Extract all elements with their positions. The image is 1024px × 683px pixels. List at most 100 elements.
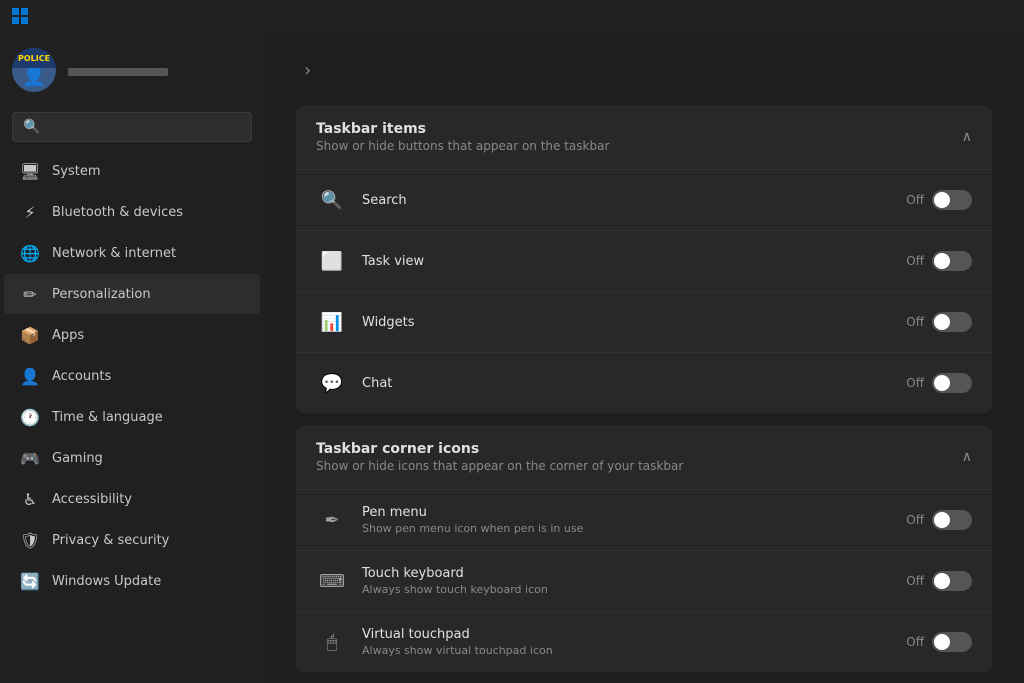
app-body: POLICE 👤 🔍 🖥 System ⚡ Bluetooth & device… <box>0 32 1024 683</box>
nav-label-apps: Apps <box>52 328 84 343</box>
close-button[interactable] <box>978 0 1024 32</box>
sidebar-item-network[interactable]: 🌐 Network & internet <box>4 233 260 273</box>
setting-control-search: Off <box>906 190 972 210</box>
setting-label-virtual-touchpad: Virtual touchpad <box>362 627 906 642</box>
section-header-left: Taskbar corner icons Show or hide icons … <box>316 441 683 473</box>
setting-label-chat: Chat <box>362 376 906 391</box>
section-items: 🔍 Search Off <box>296 169 992 413</box>
setting-icon-widgets: 📊 <box>316 306 348 338</box>
toggle-label-widgets: Off <box>906 315 924 329</box>
user-section[interactable]: POLICE 👤 <box>0 32 264 108</box>
section-title-taskbar-items: Taskbar items <box>316 121 609 137</box>
nav-icon-personalization: ✏ <box>20 284 40 304</box>
setting-label-pen-menu: Pen menu <box>362 505 906 520</box>
nav-label-update: Windows Update <box>52 574 161 589</box>
setting-icon-taskview: ⬜ <box>316 245 348 277</box>
setting-sublabel-virtual-touchpad: Always show virtual touchpad icon <box>362 644 906 657</box>
nav-icon-network: 🌐 <box>20 243 40 263</box>
page-header: › <box>296 60 992 81</box>
minimize-button[interactable] <box>886 0 932 32</box>
setting-icon-virtual-touchpad: 🖱 <box>316 626 348 658</box>
setting-icon-chat: 💬 <box>316 367 348 399</box>
search-input[interactable] <box>48 120 241 135</box>
toggle-label-touch-keyboard: Off <box>906 574 924 588</box>
nav-icon-accessibility: ♿ <box>20 489 40 509</box>
toggle-thumb-touch-keyboard <box>934 573 950 589</box>
nav-label-accessibility: Accessibility <box>52 492 132 507</box>
sidebar-item-accounts[interactable]: 👤 Accounts <box>4 356 260 396</box>
toggle-widgets[interactable] <box>932 312 972 332</box>
setting-item-virtual-touchpad: 🖱 Virtual touchpad Always show virtual t… <box>296 611 992 672</box>
toggle-search[interactable] <box>932 190 972 210</box>
user-email-bar <box>68 68 168 76</box>
setting-info-chat: Chat <box>362 376 906 391</box>
avatar-badge: POLICE <box>12 48 56 68</box>
setting-label-search: Search <box>362 193 906 208</box>
sidebar-item-privacy[interactable]: 🛡 Privacy & security <box>4 520 260 560</box>
toggle-track-search <box>932 190 972 210</box>
toggle-thumb-search <box>934 192 950 208</box>
toggle-chat[interactable] <box>932 373 972 393</box>
toggle-label-pen-menu: Off <box>906 513 924 527</box>
sidebar-item-update[interactable]: 🔄 Windows Update <box>4 561 260 601</box>
sections-container: Taskbar items Show or hide buttons that … <box>296 105 992 683</box>
setting-info-search: Search <box>362 193 906 208</box>
toggle-thumb-widgets <box>934 314 950 330</box>
section-chevron-taskbar-items: ∧ <box>962 129 972 145</box>
nav-icon-system: 🖥 <box>20 161 40 181</box>
toggle-pen-menu[interactable] <box>932 510 972 530</box>
maximize-button[interactable] <box>932 0 978 32</box>
section-subtitle-taskbar-items: Show or hide buttons that appear on the … <box>316 139 609 153</box>
main-content: › Taskbar items Show or hide buttons tha… <box>264 32 1024 683</box>
toggle-thumb-taskview <box>934 253 950 269</box>
nav-label-network: Network & internet <box>52 246 176 261</box>
setting-item-pen-menu: ✒ Pen menu Show pen menu icon when pen i… <box>296 489 992 550</box>
nav-label-gaming: Gaming <box>52 451 103 466</box>
nav-label-time: Time & language <box>52 410 163 425</box>
section-header-taskbar-items[interactable]: Taskbar items Show or hide buttons that … <box>296 105 992 169</box>
nav-label-personalization: Personalization <box>52 287 151 302</box>
nav-label-accounts: Accounts <box>52 369 111 384</box>
nav-label-system: System <box>52 164 100 179</box>
section-taskbar-corner-icons: Taskbar corner icons Show or hide icons … <box>296 425 992 672</box>
section-header-taskbar-corner-icons[interactable]: Taskbar corner icons Show or hide icons … <box>296 425 992 489</box>
setting-item-taskview: ⬜ Task view Off <box>296 230 992 291</box>
sidebar-item-accessibility[interactable]: ♿ Accessibility <box>4 479 260 519</box>
toggle-taskview[interactable] <box>932 251 972 271</box>
setting-sublabel-pen-menu: Show pen menu icon when pen is in use <box>362 522 906 535</box>
section-items: ✒ Pen menu Show pen menu icon when pen i… <box>296 489 992 672</box>
sidebar-item-gaming[interactable]: 🎮 Gaming <box>4 438 260 478</box>
toggle-track-taskview <box>932 251 972 271</box>
breadcrumb-chevron: › <box>304 60 311 81</box>
sidebar-item-time[interactable]: 🕐 Time & language <box>4 397 260 437</box>
setting-sublabel-touch-keyboard: Always show touch keyboard icon <box>362 583 906 596</box>
sidebar-item-system[interactable]: 🖥 System <box>4 151 260 191</box>
toggle-track-touch-keyboard <box>932 571 972 591</box>
setting-item-chat: 💬 Chat Off <box>296 352 992 413</box>
setting-icon-pen-menu: ✒ <box>316 504 348 536</box>
toggle-track-chat <box>932 373 972 393</box>
setting-icon-touch-keyboard: ⌨ <box>316 565 348 597</box>
toggle-virtual-touchpad[interactable] <box>932 632 972 652</box>
setting-control-taskview: Off <box>906 251 972 271</box>
setting-control-chat: Off <box>906 373 972 393</box>
section-title-taskbar-corner-icons: Taskbar corner icons <box>316 441 683 457</box>
sidebar-item-bluetooth[interactable]: ⚡ Bluetooth & devices <box>4 192 260 232</box>
titlebar-left <box>12 8 36 24</box>
sidebar-item-apps[interactable]: 📦 Apps <box>4 315 260 355</box>
toggle-thumb-chat <box>934 375 950 391</box>
toggle-touch-keyboard[interactable] <box>932 571 972 591</box>
setting-control-touch-keyboard: Off <box>906 571 972 591</box>
toggle-label-search: Off <box>906 193 924 207</box>
nav-icon-apps: 📦 <box>20 325 40 345</box>
setting-info-touch-keyboard: Touch keyboard Always show touch keyboar… <box>362 566 906 596</box>
sidebar: POLICE 👤 🔍 🖥 System ⚡ Bluetooth & device… <box>0 32 264 683</box>
search-box[interactable]: 🔍 <box>12 112 252 142</box>
setting-info-pen-menu: Pen menu Show pen menu icon when pen is … <box>362 505 906 535</box>
setting-item-touch-keyboard: ⌨ Touch keyboard Always show touch keybo… <box>296 550 992 611</box>
sidebar-item-personalization[interactable]: ✏ Personalization <box>4 274 260 314</box>
nav-icon-accounts: 👤 <box>20 366 40 386</box>
toggle-track-pen-menu <box>932 510 972 530</box>
setting-icon-search: 🔍 <box>316 184 348 216</box>
nav-label-bluetooth: Bluetooth & devices <box>52 205 183 220</box>
